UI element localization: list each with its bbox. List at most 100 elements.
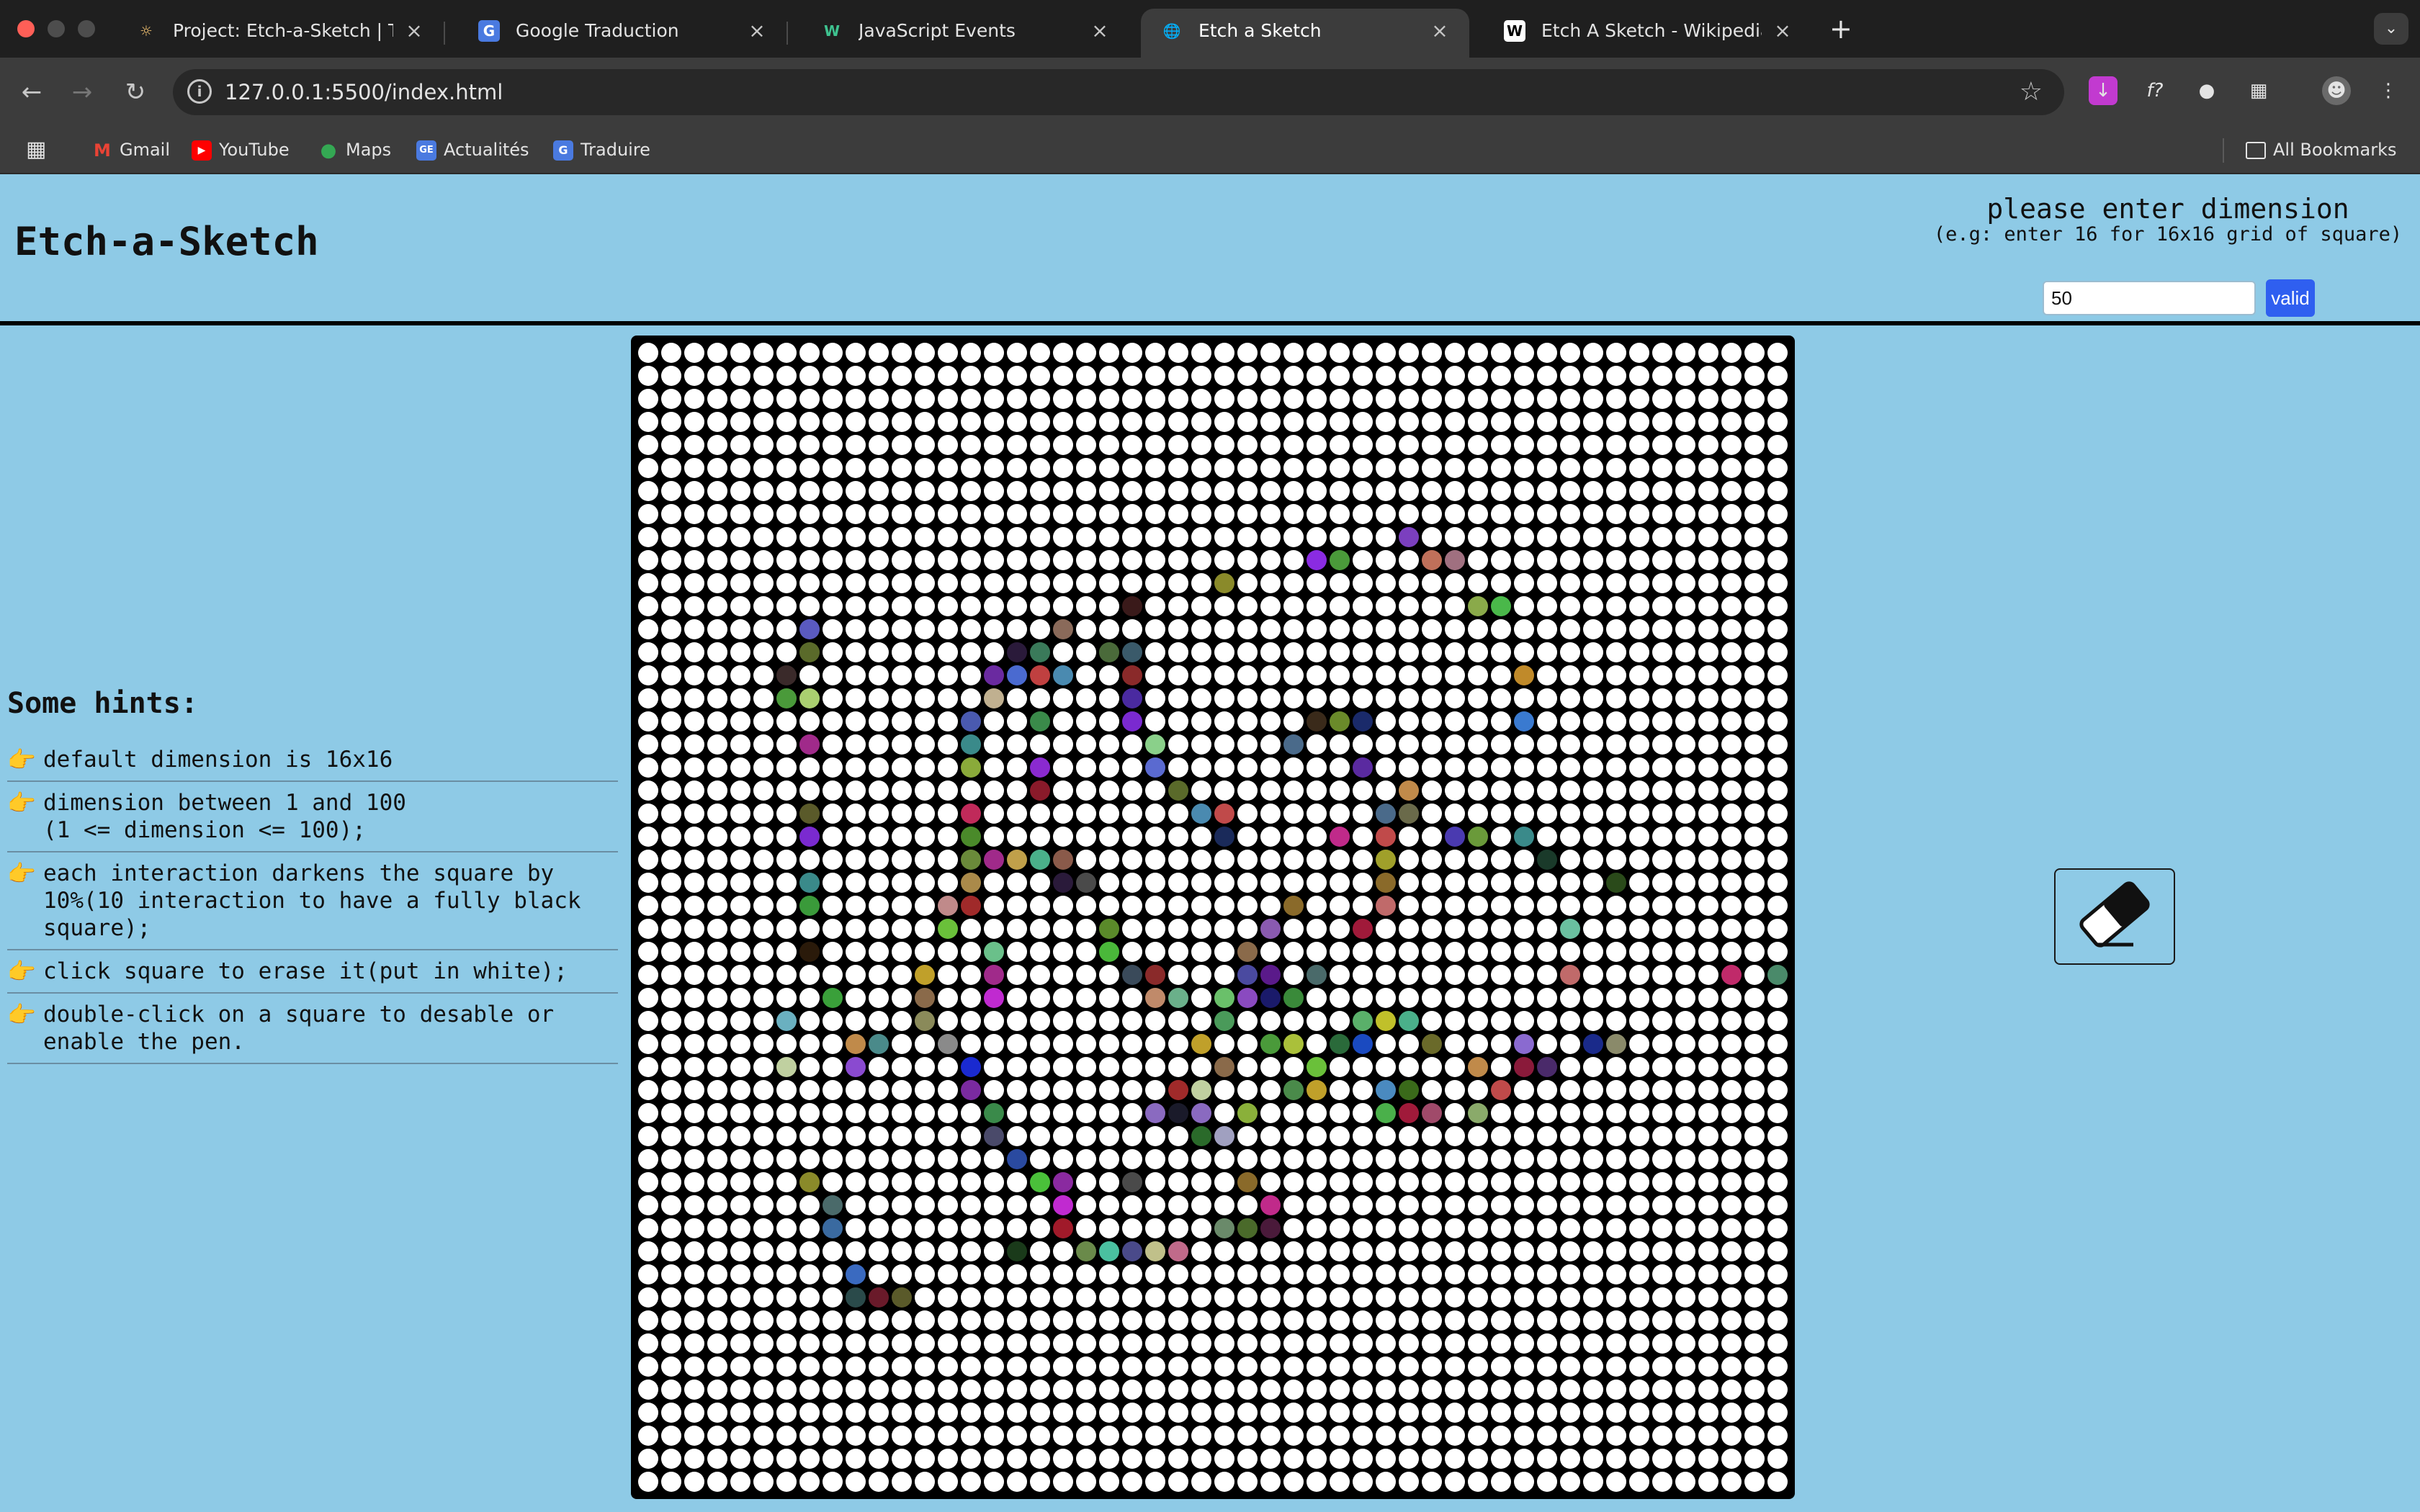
grid-square[interactable] bbox=[1260, 1172, 1281, 1192]
grid-square[interactable] bbox=[1145, 458, 1165, 478]
cookie-extension-icon[interactable]: ● bbox=[2192, 76, 2221, 105]
grid-square[interactable] bbox=[1191, 1034, 1211, 1054]
grid-square[interactable] bbox=[961, 804, 981, 824]
grid-square[interactable] bbox=[984, 688, 1004, 708]
grid-square[interactable] bbox=[1283, 1287, 1304, 1308]
grid-square[interactable] bbox=[730, 1472, 750, 1492]
grid-square[interactable] bbox=[1030, 1034, 1050, 1054]
grid-square[interactable] bbox=[1237, 573, 1258, 593]
grid-square[interactable] bbox=[1675, 504, 1695, 524]
grid-square[interactable] bbox=[892, 1034, 912, 1054]
grid-square[interactable] bbox=[1652, 1426, 1672, 1446]
grid-square[interactable] bbox=[1145, 711, 1165, 732]
grid-square[interactable] bbox=[1721, 804, 1742, 824]
grid-square[interactable] bbox=[1007, 550, 1027, 570]
grid-square[interactable] bbox=[984, 1241, 1004, 1261]
grid-square[interactable] bbox=[1698, 550, 1718, 570]
grid-square[interactable] bbox=[1560, 1034, 1580, 1054]
grid-square[interactable] bbox=[684, 1310, 704, 1331]
grid-square[interactable] bbox=[1560, 734, 1580, 755]
grid-square[interactable] bbox=[1698, 1310, 1718, 1331]
grid-square[interactable] bbox=[684, 1034, 704, 1054]
grid-square[interactable] bbox=[799, 481, 820, 501]
grid-square[interactable] bbox=[707, 1218, 727, 1238]
grid-square[interactable] bbox=[1053, 1310, 1073, 1331]
grid-square[interactable] bbox=[1629, 1103, 1649, 1123]
grid-square[interactable] bbox=[1076, 504, 1096, 524]
grid-square[interactable] bbox=[1675, 343, 1695, 363]
grid-square[interactable] bbox=[1168, 711, 1188, 732]
grid-square[interactable] bbox=[1191, 665, 1211, 685]
grid-square[interactable] bbox=[869, 1264, 889, 1284]
grid-square[interactable] bbox=[1007, 596, 1027, 616]
grid-square[interactable] bbox=[984, 504, 1004, 524]
grid-square[interactable] bbox=[1445, 757, 1465, 778]
grid-square[interactable] bbox=[1260, 1195, 1281, 1215]
grid-square[interactable] bbox=[1053, 873, 1073, 893]
grid-square[interactable] bbox=[1076, 1011, 1096, 1031]
grid-square[interactable] bbox=[730, 1356, 750, 1377]
grid-square[interactable] bbox=[892, 1126, 912, 1146]
grid-square[interactable] bbox=[1698, 1356, 1718, 1377]
grid-square[interactable] bbox=[1076, 804, 1096, 824]
grid-square[interactable] bbox=[753, 343, 774, 363]
grid-square[interactable] bbox=[915, 1287, 935, 1308]
grid-square[interactable] bbox=[684, 827, 704, 847]
grid-square[interactable] bbox=[1537, 481, 1557, 501]
grid-square[interactable] bbox=[1122, 1011, 1142, 1031]
grid-square[interactable] bbox=[1744, 504, 1765, 524]
grid-square[interactable] bbox=[1606, 1103, 1626, 1123]
grid-square[interactable] bbox=[846, 757, 866, 778]
grid-square[interactable] bbox=[869, 1449, 889, 1469]
grid-square[interactable] bbox=[1514, 1034, 1534, 1054]
grid-square[interactable] bbox=[1606, 412, 1626, 432]
grid-square[interactable] bbox=[1122, 1310, 1142, 1331]
grid-square[interactable] bbox=[1767, 1011, 1788, 1031]
grid-square[interactable] bbox=[984, 343, 1004, 363]
grid-square[interactable] bbox=[1399, 919, 1419, 939]
grid-square[interactable] bbox=[661, 1356, 681, 1377]
grid-square[interactable] bbox=[1537, 412, 1557, 432]
grid-square[interactable] bbox=[1376, 1011, 1396, 1031]
grid-square[interactable] bbox=[1168, 1310, 1188, 1331]
grid-square[interactable] bbox=[1307, 412, 1327, 432]
grid-square[interactable] bbox=[938, 389, 958, 409]
grid-square[interactable] bbox=[1468, 366, 1488, 386]
grid-square[interactable] bbox=[638, 412, 658, 432]
grid-square[interactable] bbox=[938, 1333, 958, 1354]
grid-square[interactable] bbox=[892, 504, 912, 524]
grid-square[interactable] bbox=[1191, 619, 1211, 639]
grid-square[interactable] bbox=[1145, 988, 1165, 1008]
grid-square[interactable] bbox=[638, 1472, 658, 1492]
grid-square[interactable] bbox=[1652, 412, 1672, 432]
grid-square[interactable] bbox=[1629, 642, 1649, 662]
grid-square[interactable] bbox=[1468, 1241, 1488, 1261]
grid-square[interactable] bbox=[1514, 389, 1534, 409]
grid-square[interactable] bbox=[799, 873, 820, 893]
grid-square[interactable] bbox=[823, 596, 843, 616]
grid-square[interactable] bbox=[1606, 965, 1626, 985]
grid-square[interactable] bbox=[1445, 573, 1465, 593]
grid-square[interactable] bbox=[1122, 1080, 1142, 1100]
grid-square[interactable] bbox=[1491, 1011, 1511, 1031]
grid-square[interactable] bbox=[1399, 1403, 1419, 1423]
grid-square[interactable] bbox=[1099, 550, 1119, 570]
grid-square[interactable] bbox=[823, 550, 843, 570]
grid-square[interactable] bbox=[823, 1356, 843, 1377]
grid-square[interactable] bbox=[915, 1356, 935, 1377]
grid-square[interactable] bbox=[1422, 942, 1442, 962]
grid-square[interactable] bbox=[984, 1103, 1004, 1123]
grid-square[interactable] bbox=[1468, 527, 1488, 547]
grid-square[interactable] bbox=[1237, 642, 1258, 662]
grid-square[interactable] bbox=[1629, 527, 1649, 547]
grid-square[interactable] bbox=[1583, 804, 1603, 824]
grid-square[interactable] bbox=[753, 412, 774, 432]
grid-square[interactable] bbox=[1376, 942, 1396, 962]
grid-square[interactable] bbox=[799, 896, 820, 916]
grid-square[interactable] bbox=[984, 1172, 1004, 1192]
grid-square[interactable] bbox=[799, 458, 820, 478]
grid-square[interactable] bbox=[892, 665, 912, 685]
grid-square[interactable] bbox=[1330, 1126, 1350, 1146]
grid-square[interactable] bbox=[1260, 527, 1281, 547]
grid-square[interactable] bbox=[1698, 1080, 1718, 1100]
